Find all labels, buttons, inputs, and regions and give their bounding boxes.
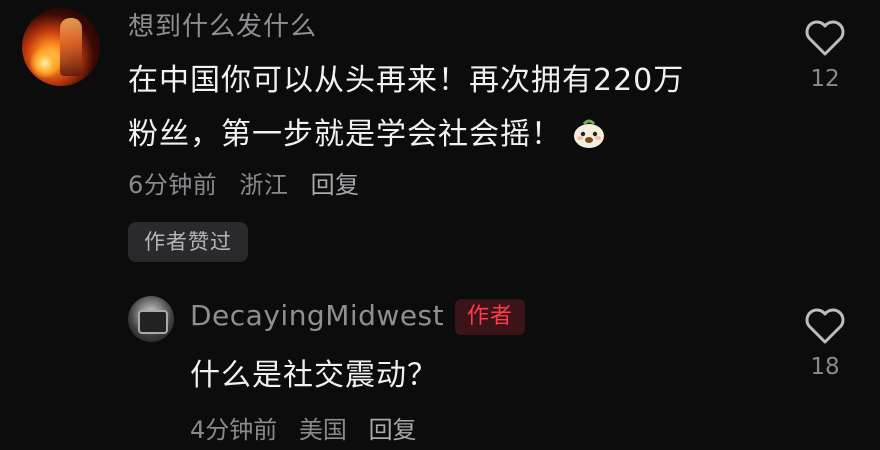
comment-meta: 6分钟前 浙江 回复 xyxy=(128,165,374,200)
comment-text-line-2: 粉丝，第一步就是学会社会摇！ xyxy=(128,108,778,162)
reply-button[interactable]: 回复 xyxy=(311,171,360,199)
like-button[interactable]: 12 xyxy=(795,18,855,92)
reply-location: 美国 xyxy=(298,416,347,444)
author-liked-badge: 作者赞过 xyxy=(128,222,248,262)
reply-like-button[interactable]: 18 xyxy=(795,306,855,380)
like-count: 12 xyxy=(810,66,840,92)
comment-location: 浙江 xyxy=(239,171,289,199)
avatar-fire-glow xyxy=(30,48,60,78)
author-tag: 作者 xyxy=(455,299,526,335)
heart-icon[interactable] xyxy=(803,18,847,58)
reply-username[interactable]: DecayingMidwest xyxy=(190,299,444,332)
reply-avatar[interactable] xyxy=(128,296,174,342)
heart-icon[interactable] xyxy=(803,306,847,346)
reply-text: 什么是社交震动？ xyxy=(190,358,438,393)
reply-time: 4分钟前 xyxy=(190,416,278,444)
comment-text: 在中国你可以从头再来！再次拥有220万 粉丝，第一步就是学会社会摇！ xyxy=(128,54,778,162)
avatar-figure xyxy=(60,18,82,76)
commenter-username[interactable]: 想到什么发什么 xyxy=(128,6,317,43)
reply-reply-button[interactable]: 回复 xyxy=(369,416,417,444)
avatar-mask-shape xyxy=(138,310,168,334)
reply-like-count: 18 xyxy=(810,354,840,380)
reply-meta: 4分钟前 美国 回复 xyxy=(190,410,431,445)
comment-text-line-2-content: 粉丝，第一步就是学会社会摇！ xyxy=(128,117,562,152)
commenter-avatar[interactable] xyxy=(22,8,100,86)
comment-text-line-1: 在中国你可以从头再来！再次拥有220万 xyxy=(128,63,685,98)
peach-face-emoji-icon xyxy=(574,119,604,148)
comment-time: 6分钟前 xyxy=(128,171,218,199)
